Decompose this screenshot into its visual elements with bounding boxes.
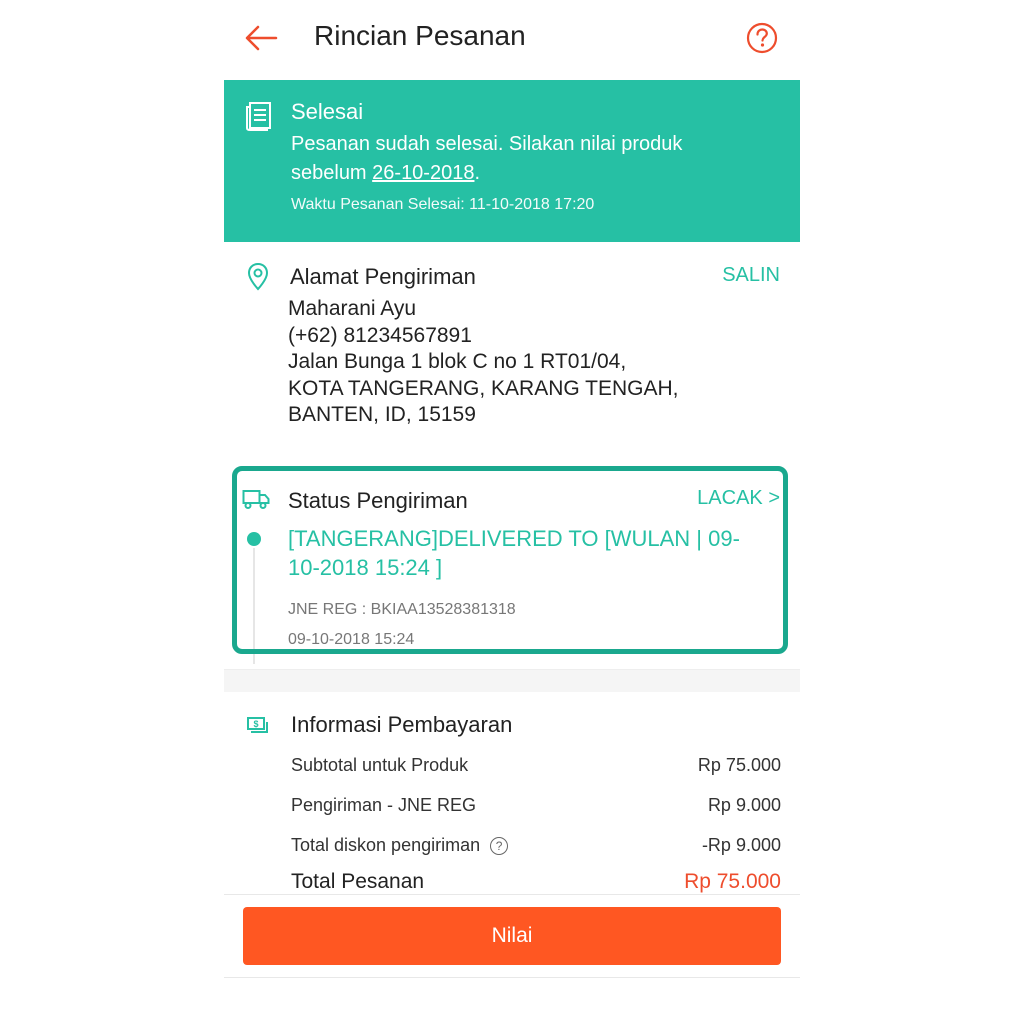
shipping-address-title: Alamat Pengiriman xyxy=(290,264,476,289)
payment-info-title: Informasi Pembayaran xyxy=(291,712,513,737)
payment-row-shipping: Pengiriman - JNE REG Rp 9.000 xyxy=(291,795,781,816)
order-status-banner: Selesai Pesanan sudah selesai. Silakan n… xyxy=(224,80,800,242)
shipping-address-section: Alamat Pengiriman SALIN Maharani Ayu (+6… xyxy=(224,242,800,464)
app-header: Rincian Pesanan xyxy=(224,0,800,80)
address-city: KOTA TANGERANG, KARANG TENGAH, xyxy=(288,376,679,400)
payment-info-section: $ Informasi Pembayaran Subtotal untuk Pr… xyxy=(224,692,800,896)
track-shipment-link[interactable]: LACAK > xyxy=(697,487,780,510)
money-icon: $ xyxy=(246,716,270,736)
order-total-label: Total Pesanan xyxy=(291,870,425,893)
courier-tracking-number: JNE REG : BKIAA13528381318 xyxy=(288,601,516,618)
payment-row-label: Total diskon pengiriman xyxy=(291,835,481,855)
page-title: Rincian Pesanan xyxy=(314,20,526,51)
status-message-suffix: . xyxy=(474,162,481,184)
section-divider xyxy=(224,669,800,693)
order-total-row: Total Pesanan Rp 75.000 xyxy=(291,870,781,894)
rate-button[interactable]: Nilai xyxy=(243,907,781,965)
bottom-action-bar: Nilai xyxy=(224,894,800,978)
truck-icon xyxy=(242,488,270,510)
order-status-title: Selesai xyxy=(291,99,364,124)
payment-row-label: Subtotal untuk Produk xyxy=(291,755,469,775)
payment-row-amount: Rp 9.000 xyxy=(707,795,781,815)
timeline-dot xyxy=(247,532,261,546)
order-detail-screen: Rincian Pesanan Selesai Pesanan sudah se… xyxy=(224,0,800,1024)
recipient-name: Maharani Ayu xyxy=(288,297,417,320)
shipping-update-time: 09-10-2018 15:24 xyxy=(288,631,415,648)
rating-deadline-date: 26-10-2018 xyxy=(372,162,475,184)
location-pin-icon xyxy=(246,262,270,292)
arrow-left-icon[interactable] xyxy=(242,18,282,58)
address-lines: Maharani Ayu (+62) 81234567891 Jalan Bun… xyxy=(288,296,679,429)
payment-row-shipping-discount: Total diskon pengiriman? -Rp 9.000 xyxy=(291,835,781,856)
payment-row-amount: Rp 75.000 xyxy=(697,755,781,775)
copy-address-button[interactable]: SALIN xyxy=(722,264,780,287)
address-province: BANTEN, ID, 15159 xyxy=(288,403,476,426)
order-total-amount: Rp 75.000 xyxy=(684,870,781,893)
payment-row-amount: -Rp 9.000 xyxy=(701,835,781,855)
shipping-status-title: Status Pengiriman xyxy=(288,488,468,513)
latest-shipping-update: [TANGERANG]DELIVERED TO [WULAN | 09-10-2… xyxy=(288,526,740,580)
order-status-message: Pesanan sudah selesai. Silakan nilai pro… xyxy=(291,130,751,188)
document-icon xyxy=(244,100,274,132)
recipient-phone: (+62) 81234567891 xyxy=(288,323,472,347)
question-circle-icon[interactable] xyxy=(742,18,782,58)
payment-row-subtotal: Subtotal untuk Produk Rp 75.000 xyxy=(291,755,781,776)
question-circle-icon[interactable]: ? xyxy=(490,837,509,856)
shipping-status-section[interactable]: Status Pengiriman LACAK > [TANGERANG]DEL… xyxy=(224,464,800,669)
order-completed-time: Waktu Pesanan Selesai: 11-10-2018 17:20 xyxy=(291,196,595,213)
address-street: Jalan Bunga 1 blok C no 1 RT01/04, xyxy=(288,350,627,373)
payment-row-label: Pengiriman - JNE REG xyxy=(291,795,477,815)
status-message-text: Pesanan sudah selesai. Silakan nilai pro… xyxy=(291,133,683,184)
svg-text:$: $ xyxy=(253,719,258,729)
